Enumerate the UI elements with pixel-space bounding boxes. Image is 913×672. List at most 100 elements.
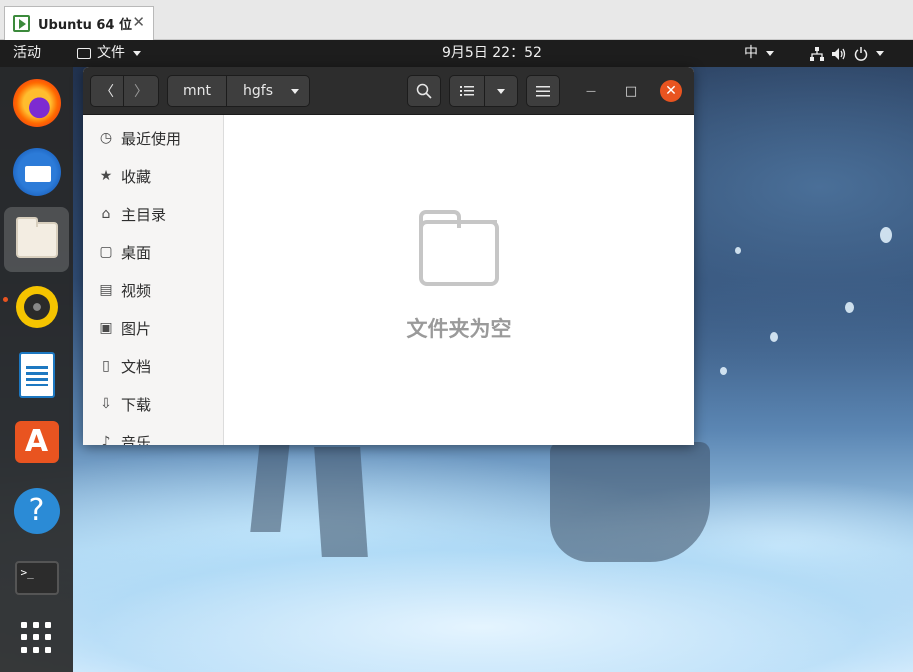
- home-icon: ⌂: [101, 206, 111, 222]
- app-menu-button[interactable]: 文件: [77, 40, 141, 67]
- sidebar-item-videos[interactable]: ▤ 视频: [83, 271, 223, 309]
- rhythmbox-icon: [15, 285, 58, 328]
- sidebar-item-label: 下载: [121, 395, 152, 414]
- music-icon: ♪: [101, 434, 111, 445]
- clock-icon: ◷: [99, 130, 113, 146]
- vm-tab-title: Ubuntu 64 位: [38, 18, 132, 33]
- activities-button[interactable]: 活动: [13, 40, 41, 67]
- system-menu[interactable]: [806, 40, 884, 67]
- dock-thunderbird[interactable]: [4, 139, 69, 204]
- input-method-label: 中: [744, 45, 758, 61]
- video-icon: ▤: [99, 282, 113, 298]
- sidebar-item-label: 图片: [121, 319, 152, 338]
- desktop-icon: ▢: [99, 244, 113, 260]
- sidebar-item-label: 收藏: [121, 167, 152, 186]
- terminal-icon: >_: [14, 560, 59, 595]
- close-button[interactable]: ✕: [660, 80, 682, 102]
- dock-help[interactable]: ?: [4, 478, 69, 543]
- chevron-down-icon: [497, 88, 505, 94]
- wallpaper-figure-leg: [314, 447, 368, 557]
- wallpaper-petal: [880, 227, 892, 243]
- wallpaper-figure-dress: [550, 442, 710, 562]
- chevron-down-icon: [291, 89, 299, 94]
- app-menu-label: 文件: [97, 45, 125, 61]
- forward-button[interactable]: 〉: [123, 75, 159, 107]
- sidebar-item-label: 主目录: [121, 205, 167, 224]
- star-icon: ★: [99, 168, 113, 184]
- search-button[interactable]: [407, 75, 441, 107]
- software-store-icon: A: [14, 420, 59, 463]
- wallpaper-petal: [720, 367, 727, 375]
- header-bar: 〈 〉 mnt hgfs — □ ✕: [83, 67, 694, 115]
- sidebar-item-desktop[interactable]: ▢ 桌面: [83, 233, 223, 271]
- maximize-button[interactable]: □: [620, 80, 642, 102]
- path-segment-label: mnt: [183, 83, 211, 99]
- document-icon: ▯: [102, 358, 110, 374]
- wallpaper-petal: [845, 302, 854, 313]
- sidebar-item-music[interactable]: ♪ 音乐: [83, 423, 223, 446]
- sidebar-item-label: 桌面: [121, 243, 152, 262]
- writer-icon: [18, 351, 55, 398]
- chevron-down-icon: [876, 51, 884, 56]
- vm-icon: [13, 15, 30, 32]
- sidebar-item-pictures[interactable]: ▣ 图片: [83, 309, 223, 347]
- chevron-down-icon: [766, 51, 774, 56]
- dock-rhythmbox[interactable]: [4, 274, 69, 339]
- view-options-button[interactable]: [484, 75, 518, 107]
- download-icon: ⇩: [100, 396, 112, 412]
- places-sidebar: ◷ 最近使用 ★ 收藏 ⌂ 主目录 ▢ 桌面 ▤ 视频 ▣ 图片 ▯ 文档 ⇩: [83, 115, 224, 445]
- clock-button[interactable]: 9月5日 22：52: [442, 40, 542, 67]
- sidebar-item-downloads[interactable]: ⇩ 下载: [83, 385, 223, 423]
- sidebar-item-documents[interactable]: ▯ 文档: [83, 347, 223, 385]
- hamburger-icon: [536, 85, 550, 96]
- chevron-left-icon: 〈: [100, 84, 114, 100]
- close-icon[interactable]: ✕: [132, 13, 145, 31]
- close-icon: ✕: [665, 83, 677, 99]
- firefox-icon: [12, 78, 61, 127]
- sidebar-item-label: 音乐: [121, 433, 152, 446]
- thunderbird-icon: [12, 147, 61, 196]
- list-view-icon: [460, 86, 474, 96]
- sidebar-item-home[interactable]: ⌂ 主目录: [83, 195, 223, 233]
- network-icon: [806, 40, 828, 67]
- sidebar-item-label: 视频: [121, 281, 152, 300]
- dock: A ? >_: [0, 67, 73, 672]
- view-list-button[interactable]: [449, 75, 485, 107]
- path-segment-label: hgfs: [243, 83, 273, 99]
- empty-folder-icon: [419, 210, 499, 286]
- minimize-icon: —: [586, 85, 596, 97]
- chevron-right-icon: 〉: [134, 84, 148, 100]
- input-method-menu[interactable]: 中: [744, 40, 774, 67]
- help-icon: ?: [13, 487, 60, 534]
- wallpaper-petal: [770, 332, 778, 342]
- search-icon: [416, 83, 432, 99]
- dock-firefox[interactable]: [4, 70, 69, 135]
- vm-tab[interactable]: Ubuntu 64 位 ✕: [4, 6, 154, 40]
- sidebar-item-label: 最近使用: [121, 129, 182, 148]
- path-button-mnt[interactable]: mnt: [167, 75, 227, 107]
- sidebar-item-starred[interactable]: ★ 收藏: [83, 157, 223, 195]
- minimize-button[interactable]: —: [580, 80, 602, 102]
- sidebar-item-label: 文档: [121, 357, 152, 376]
- folder-view[interactable]: 文件夹为空: [224, 115, 694, 445]
- files-window: 〈 〉 mnt hgfs — □ ✕ ◷ 最近使用 ★ 收藏 ⌂ 主目录 ▢ 桌…: [83, 67, 694, 445]
- back-button[interactable]: 〈: [90, 75, 124, 107]
- dock-terminal[interactable]: >_: [4, 545, 69, 610]
- sidebar-item-recent[interactable]: ◷ 最近使用: [83, 119, 223, 157]
- apps-grid-icon: [20, 621, 53, 654]
- power-icon: [850, 40, 872, 67]
- path-button-hgfs[interactable]: hgfs: [226, 75, 310, 107]
- dock-writer[interactable]: [4, 342, 69, 407]
- dock-files[interactable]: [4, 207, 69, 272]
- folder-icon: [77, 48, 91, 59]
- maximize-icon: □: [624, 83, 638, 99]
- main-menu-button[interactable]: [526, 75, 560, 107]
- wallpaper-petal: [735, 247, 741, 254]
- picture-icon: ▣: [99, 320, 113, 336]
- files-icon: [15, 216, 58, 258]
- show-applications-button[interactable]: [4, 605, 69, 670]
- dock-software[interactable]: A: [4, 409, 69, 474]
- vmware-tab-bar: Ubuntu 64 位 ✕: [0, 0, 913, 40]
- chevron-down-icon: [133, 51, 141, 56]
- empty-folder-message: 文件夹为空: [406, 317, 512, 341]
